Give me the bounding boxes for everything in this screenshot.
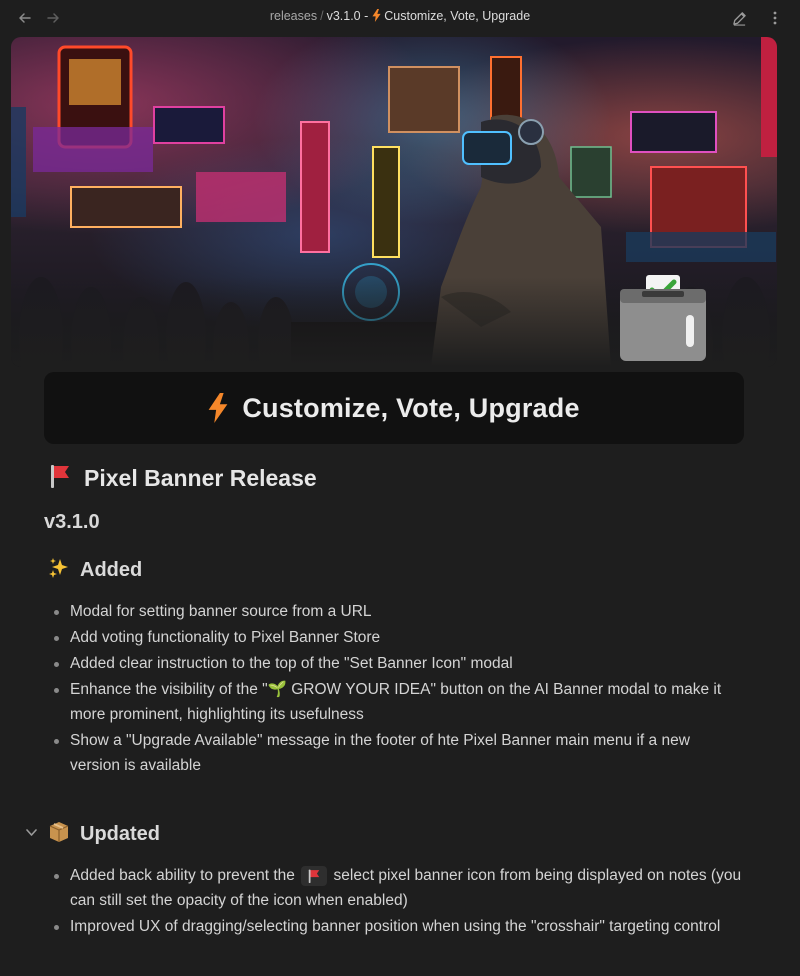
red-flag-icon (48, 463, 72, 494)
lightning-bolt-icon (208, 393, 228, 423)
updated-list: Added back ability to prevent the select… (54, 863, 744, 940)
breadcrumb-version[interactable]: v3.1.0 - (327, 9, 369, 23)
added-list: Modal for setting banner source from a U… (54, 599, 744, 779)
updated-heading: Updated (48, 821, 160, 848)
lightning-bolt-icon (372, 9, 381, 25)
title-bar: releases / v3.1.0 - Customize, Vote, Upgrad… (0, 0, 800, 36)
list-item: Added clear instruction to the top of th… (54, 651, 744, 676)
list-item: Improved UX of dragging/selecting banner… (54, 914, 744, 939)
red-flag-icon (301, 866, 328, 886)
breadcrumb: releases / v3.1.0 - Customize, Vote, Upgrad… (0, 9, 800, 25)
list-item: Show a "Upgrade Available" message in th… (54, 728, 744, 778)
updated-heading-text: Updated (80, 823, 160, 845)
breadcrumb-separator: / (320, 9, 324, 23)
ballot-box-icon[interactable] (620, 275, 706, 361)
list-item: Enhance the visibility of the "🌱 GROW YO… (54, 677, 744, 727)
added-heading-text: Added (80, 559, 143, 581)
breadcrumb-folder[interactable]: releases (270, 9, 317, 23)
release-heading: Pixel Banner Release (48, 463, 317, 494)
more-vertical-icon[interactable] (765, 8, 785, 28)
version-heading: v3.1.0 (44, 511, 100, 533)
chevron-down-icon[interactable] (26, 826, 37, 840)
breadcrumb-title[interactable]: Customize, Vote, Upgrade (384, 9, 530, 23)
note-title-card: Customize, Vote, Upgrade (44, 372, 744, 444)
note-title: Customize, Vote, Upgrade (242, 392, 580, 423)
cyberpunk-banner-image (11, 37, 777, 367)
list-item: Add voting functionality to Pixel Banner… (54, 625, 744, 650)
list-item: Added back ability to prevent the select… (54, 863, 744, 913)
sparkles-icon (48, 557, 70, 584)
pencil-icon[interactable] (729, 8, 749, 28)
added-heading: Added (48, 557, 142, 584)
list-item: Modal for setting banner source from a U… (54, 599, 744, 624)
release-heading-text: Pixel Banner Release (84, 465, 317, 491)
list-item-text: Added back ability to prevent the (70, 867, 295, 884)
package-icon (48, 821, 70, 848)
